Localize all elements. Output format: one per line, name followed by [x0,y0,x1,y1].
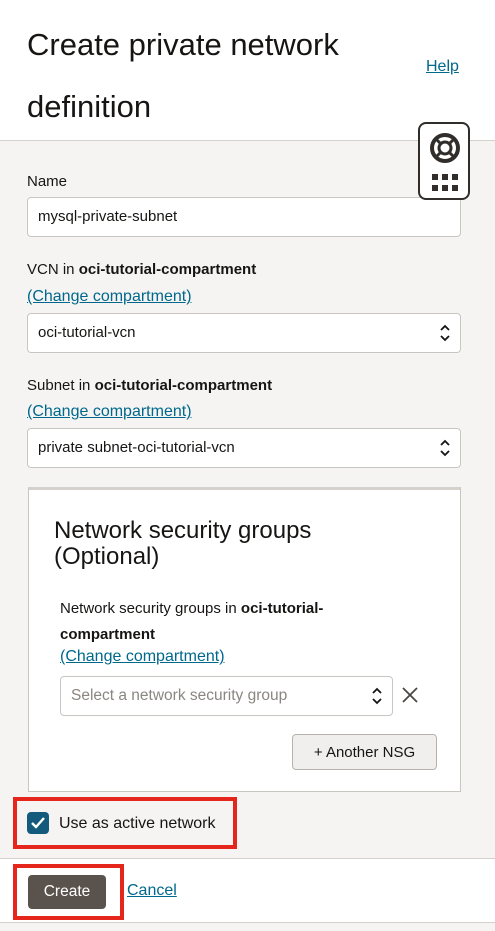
subnet-selected-value: private subnet-oci-tutorial-vcn [38,439,235,456]
active-network-highlight: Use as active network [13,797,237,849]
chevron-updown-icon [440,324,450,342]
help-widget[interactable] [418,122,470,200]
subnet-label-prefix: Subnet in [27,377,95,394]
nsg-select-placeholder: Select a network security group [71,687,288,704]
active-network-checkbox[interactable] [27,812,49,834]
vcn-label-prefix: VCN in [27,261,79,278]
panel-header: Create private network definition Help [0,0,495,141]
chevron-updown-icon [372,687,382,705]
subnet-select[interactable]: private subnet-oci-tutorial-vcn [27,428,461,468]
nsg-change-compartment-link[interactable]: (Change compartment) [60,648,225,666]
chevron-updown-icon [440,439,450,457]
create-button[interactable]: Create [28,875,106,909]
vcn-selected-value: oci-tutorial-vcn [38,324,136,341]
vcn-label: VCN in oci-tutorial-compartment [27,261,256,278]
nsg-select[interactable]: Select a network security group [60,676,393,716]
nsg-label: Network security groups in oci-tutorial-… [60,596,390,648]
vcn-change-compartment-link[interactable]: (Change compartment) [27,288,192,306]
vcn-select[interactable]: oci-tutorial-vcn [27,313,461,353]
add-another-nsg-button[interactable]: + Another NSG [292,734,437,770]
subnet-label: Subnet in oci-tutorial-compartment [27,377,272,394]
nsg-title: Network security groups (Optional) [54,517,312,570]
nsg-label-prefix: Network security groups in [60,600,241,617]
checkmark-icon [31,817,45,829]
close-icon[interactable] [401,686,419,704]
create-button-highlight: Create [13,864,124,920]
nsg-panel: Network security groups (Optional) Netwo… [28,487,461,792]
name-label: Name [27,173,68,190]
name-input[interactable]: mysql-private-subnet [27,197,461,237]
active-network-label: Use as active network [59,815,216,832]
subnet-change-compartment-link[interactable]: (Change compartment) [27,403,192,421]
grid-dots-icon [432,174,458,192]
lifebuoy-icon [430,133,460,163]
page-title: Create private network definition [27,27,339,124]
cancel-link[interactable]: Cancel [127,882,177,900]
help-link[interactable]: Help [426,58,459,76]
subnet-compartment-name: oci-tutorial-compartment [94,377,273,394]
vcn-compartment-name: oci-tutorial-compartment [78,261,257,278]
panel-footer: Create Cancel [0,858,495,923]
